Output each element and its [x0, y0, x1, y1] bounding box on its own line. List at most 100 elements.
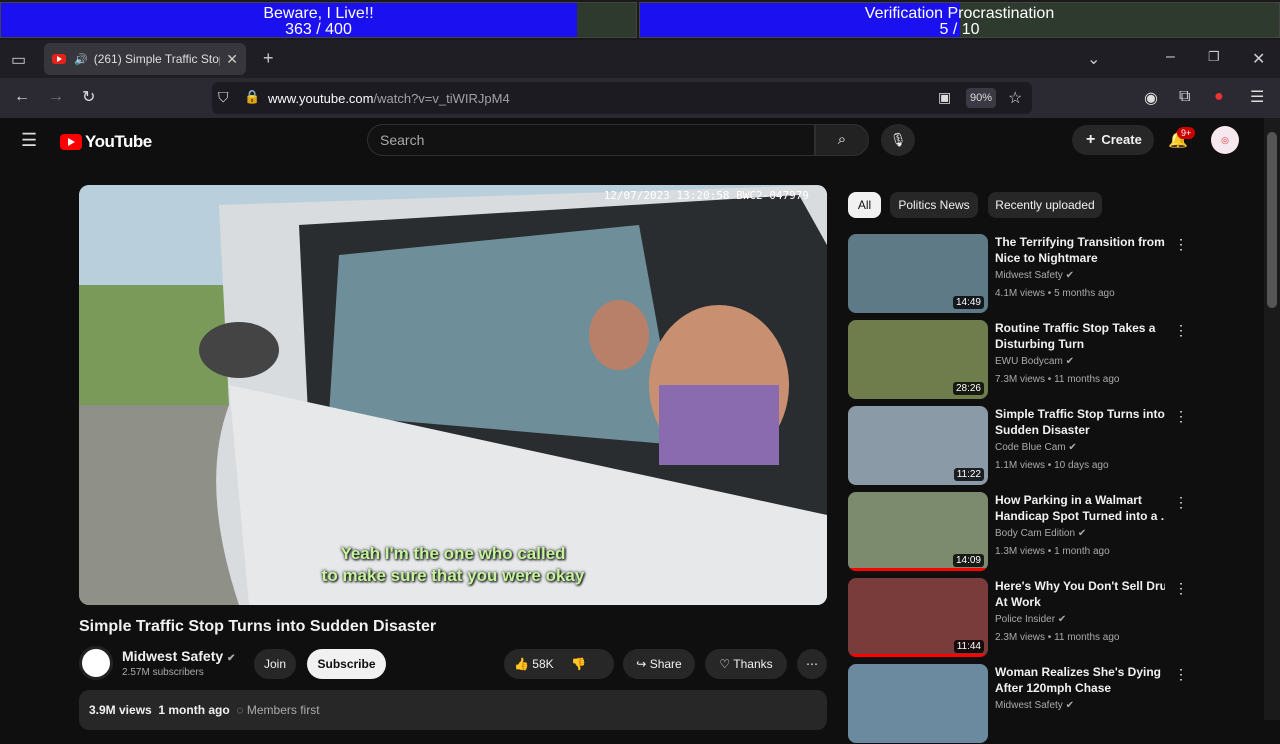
scrollbar-thumb[interactable]	[1267, 132, 1277, 308]
progress-count-left: 363 / 400	[285, 21, 352, 38]
browser-tab-strip: ▭ 🔊 (261) Simple Traffic Stop Tu ✕ + ⌄ –…	[0, 40, 1280, 78]
chip-recently-uploaded[interactable]: Recently uploaded	[988, 192, 1102, 218]
video-duration: 11:22	[953, 468, 984, 481]
recommendation-channel[interactable]: Midwest Safety ✔	[995, 700, 1074, 711]
page-scrollbar[interactable]	[1264, 118, 1280, 720]
address-bar[interactable]: ⛉ 🔒 www.youtube.com/watch?v=v_tiWIRJpM4 …	[212, 82, 1032, 114]
recommendation-meta: 2.3M views • 11 months ago	[995, 632, 1120, 643]
recommendation-channel[interactable]: Body Cam Edition ✔	[995, 528, 1086, 539]
picture-icon[interactable]: ▣	[938, 89, 951, 106]
recommendation-title-line-1: Routine Traffic Stop Takes a	[995, 321, 1156, 335]
more-vertical-icon[interactable]: ⋮	[1174, 322, 1188, 339]
dislike-button[interactable]: 👎	[571, 657, 586, 671]
recommendation-title[interactable]: Routine Traffic Stop Takes a Disturbing T…	[995, 320, 1165, 352]
subscribe-button[interactable]: Subscribe	[307, 649, 386, 679]
video-thumbnail[interactable]: 28:26	[848, 320, 988, 399]
plus-icon: +	[1086, 131, 1096, 148]
video-thumbnail[interactable]: 11:44	[848, 578, 988, 657]
upload-age: 1 month ago	[158, 703, 230, 717]
zoom-level[interactable]: 90%	[966, 88, 996, 108]
verified-icon: ✔	[227, 653, 236, 664]
video-player[interactable]: 12/07/2023 13:20:58 BWC2-047979 Yeah I'm…	[79, 185, 827, 605]
recommendation-meta: 1.3M views • 1 month ago	[995, 546, 1110, 557]
youtube-logo[interactable]: YouTube	[60, 132, 152, 152]
close-tab-icon[interactable]: ✕	[226, 51, 238, 68]
video-title: Simple Traffic Stop Turns into Sudden Di…	[79, 618, 437, 635]
video-frame	[79, 185, 827, 605]
recommendation-item[interactable]: 28:26 Routine Traffic Stop Takes a Disturb…	[848, 320, 1188, 400]
more-vertical-icon[interactable]: ⋮	[1174, 494, 1188, 511]
video-duration: 11:44	[953, 640, 984, 653]
extension-red-icon[interactable]: ●	[1214, 88, 1224, 106]
account-icon[interactable]: ◉	[1144, 88, 1158, 108]
tab-overview-icon[interactable]: ▭	[11, 50, 26, 70]
more-vertical-icon[interactable]: ⋮	[1174, 580, 1188, 597]
recommendation-item[interactable]: Woman Realizes She's Dying After 120mph C…	[848, 664, 1188, 744]
search-input[interactable]: Search	[367, 124, 815, 156]
speaker-icon[interactable]: 🔊	[74, 53, 88, 66]
recommendation-title-line-1: How Parking in a Walmart	[995, 493, 1142, 507]
minimize-icon[interactable]: –	[1166, 48, 1175, 66]
video-duration: 14:09	[952, 554, 984, 567]
share-button[interactable]: ↪ Share	[623, 649, 695, 679]
more-actions-button[interactable]: ⋯	[797, 649, 827, 679]
recommendation-item[interactable]: 11:44 Here's Why You Don't Sell Drugs At W…	[848, 578, 1188, 658]
verified-icon: ✔	[1057, 614, 1067, 625]
caption-line-2: to make sure that you were okay	[321, 566, 585, 585]
new-tab-icon[interactable]: +	[263, 48, 274, 69]
recommendation-channel-name: Police Insider	[995, 614, 1056, 625]
more-vertical-icon[interactable]: ⋮	[1174, 236, 1188, 253]
recommendation-item[interactable]: 14:09 How Parking in a Walmart Handicap Sp…	[848, 492, 1188, 572]
recommendation-channel-name: Code Blue Cam	[995, 442, 1066, 453]
recommendation-title-line-1: Simple Traffic Stop Turns into	[995, 407, 1165, 421]
recommendation-meta: 4.1M views • 5 months ago	[995, 288, 1115, 299]
search-button[interactable]: ⌕	[815, 124, 869, 156]
verified-icon: ✔	[1065, 270, 1074, 281]
recommendation-item[interactable]: 14:49 The Terrifying Transition from Nice …	[848, 234, 1188, 314]
more-vertical-icon[interactable]: ⋮	[1174, 408, 1188, 425]
lock-icon[interactable]: 🔒	[244, 89, 260, 105]
thanks-button[interactable]: ♡ Thanks	[705, 649, 787, 679]
video-thumbnail[interactable]: 11:22	[848, 406, 988, 485]
recommendation-item[interactable]: 11:22 Simple Traffic Stop Turns into Sudde…	[848, 406, 1188, 486]
chevron-down-icon[interactable]: ⌄	[1087, 49, 1100, 69]
recommendation-title-line-2: Sudden Disaster	[995, 423, 1090, 437]
recommendation-channel[interactable]: Code Blue Cam ✔	[995, 442, 1077, 453]
recommendation-channel[interactable]: Midwest Safety ✔	[995, 270, 1074, 281]
forward-icon[interactable]: →	[48, 88, 64, 106]
recommendation-title[interactable]: How Parking in a Walmart Handicap Spot Tu…	[995, 492, 1165, 524]
recommendation-title[interactable]: Woman Realizes She's Dying After 120mph C…	[995, 664, 1165, 696]
browser-tab[interactable]: 🔊 (261) Simple Traffic Stop Tu ✕	[44, 43, 246, 75]
video-thumbnail[interactable]	[848, 664, 988, 743]
chip-politics-news[interactable]: Politics News	[890, 192, 978, 218]
recommendation-channel[interactable]: EWU Bodycam ✔	[995, 356, 1074, 367]
join-button[interactable]: Join	[254, 649, 296, 679]
recommendation-title[interactable]: Simple Traffic Stop Turns into Sudden Dis…	[995, 406, 1165, 438]
channel-name[interactable]: Midwest Safety ✔	[122, 648, 235, 664]
bookmark-star-icon[interactable]: ☆	[1008, 88, 1022, 108]
url-host: www.youtube.com	[268, 91, 374, 106]
share-label: Share	[649, 657, 682, 671]
create-button[interactable]: + Create	[1072, 125, 1154, 155]
voice-search-button[interactable]: 🎙	[881, 124, 915, 156]
menu-icon[interactable]: ☰	[1250, 87, 1264, 107]
reload-icon[interactable]: ↻	[82, 87, 95, 107]
like-button[interactable]: 👍 58K	[514, 657, 554, 671]
more-vertical-icon[interactable]: ⋮	[1174, 666, 1188, 683]
video-thumbnail[interactable]: 14:09	[848, 492, 988, 571]
verified-icon: ✔	[1077, 528, 1087, 539]
description-box[interactable]: 3.9M views 1 month ago ◌ Members first	[79, 690, 827, 730]
channel-avatar[interactable]	[79, 646, 113, 680]
extensions-icon[interactable]: ⧉	[1179, 88, 1190, 106]
back-icon[interactable]: ←	[14, 88, 30, 106]
restore-icon[interactable]: ❐	[1208, 49, 1220, 65]
chip-all[interactable]: All	[848, 192, 881, 218]
recommendation-title[interactable]: Here's Why You Don't Sell Drugs At Work	[995, 578, 1165, 610]
recommendation-title[interactable]: The Terrifying Transition from Nice to Ni…	[995, 234, 1165, 266]
shield-icon[interactable]: ⛉	[218, 89, 229, 106]
video-thumbnail[interactable]: 14:49	[848, 234, 988, 313]
hamburger-menu-icon[interactable]: ☰	[21, 130, 37, 151]
window-close-icon[interactable]: ✕	[1252, 49, 1265, 69]
recommendation-channel[interactable]: Police Insider ✔	[995, 614, 1066, 625]
user-avatar[interactable]: ◎	[1211, 126, 1239, 154]
